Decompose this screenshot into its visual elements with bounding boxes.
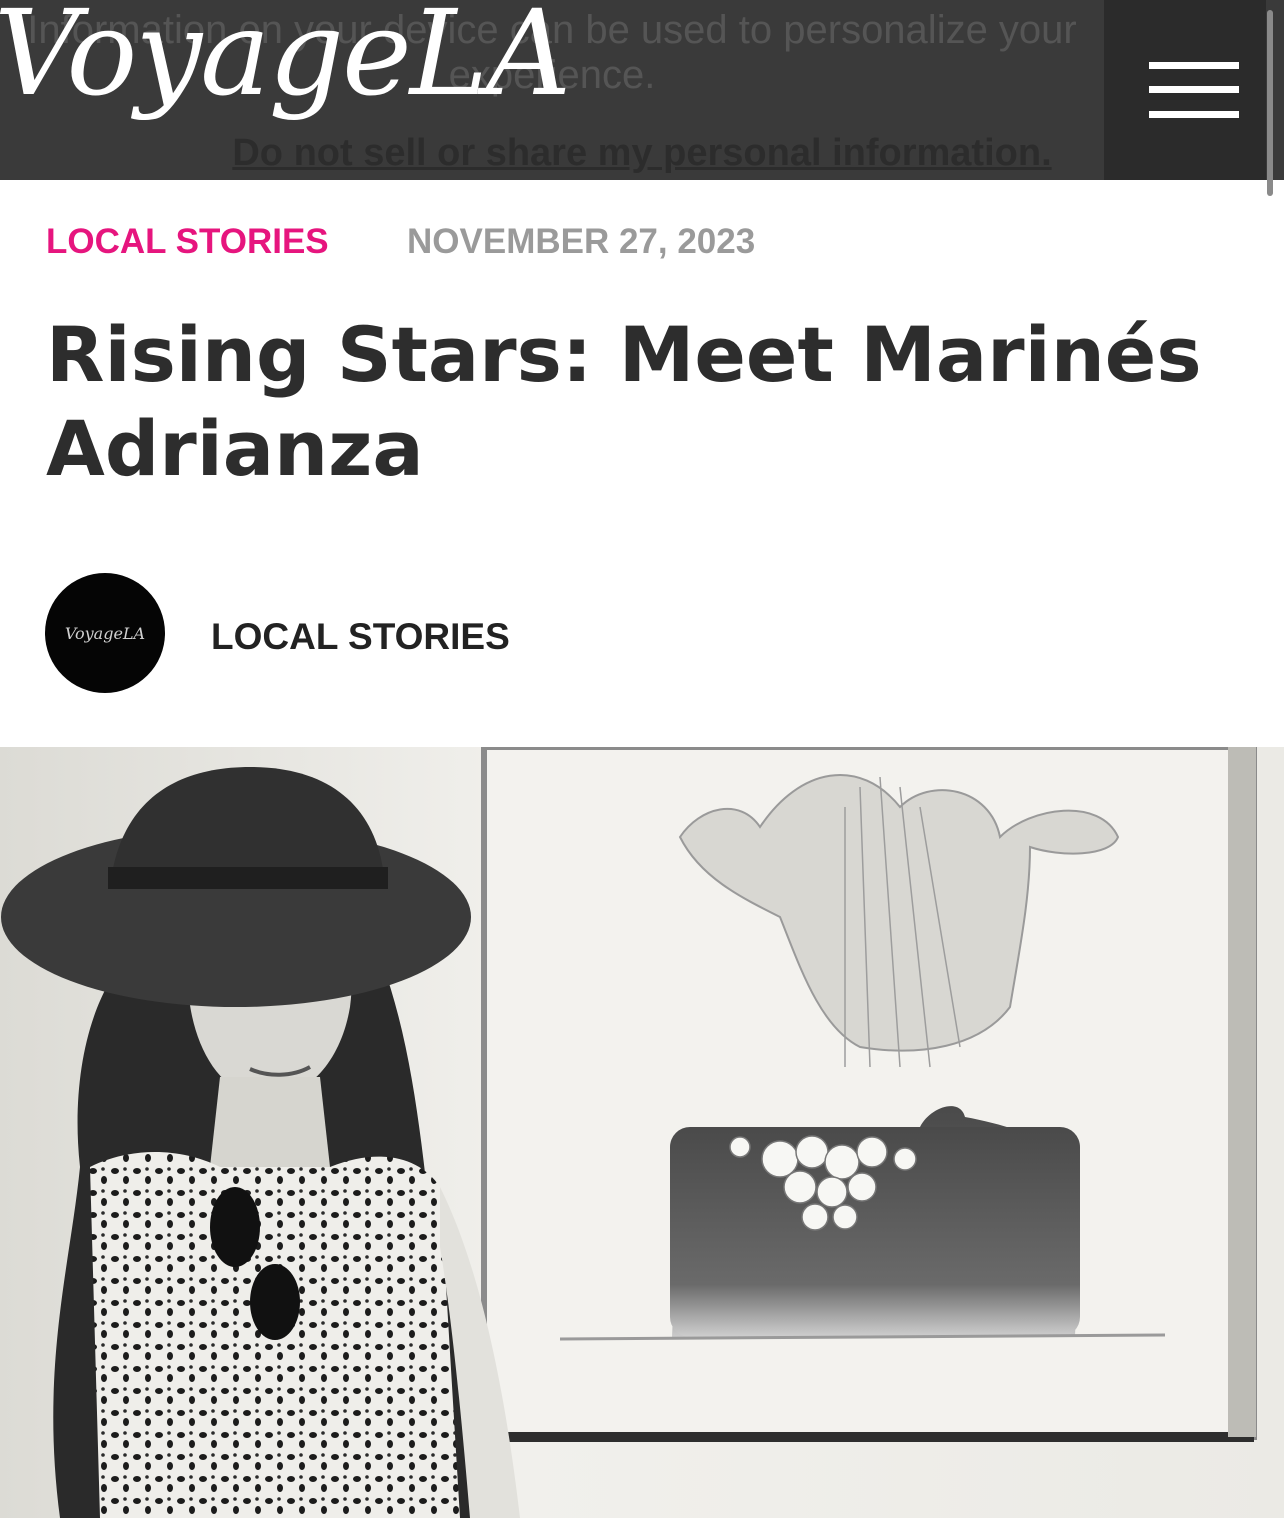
site-header: Information on your device can be used t… [0,0,1284,180]
category-link[interactable]: LOCAL STORIES [46,222,329,262]
avatar-logo-text: VoyageLA [64,623,146,643]
page-scrollbar[interactable] [1267,10,1273,196]
author-avatar[interactable]: VoyageLA [45,573,165,693]
featured-image [0,747,1284,1518]
site-logo[interactable]: VoyageLA [0,0,571,118]
menu-button[interactable] [1104,0,1266,180]
article-title: Rising Stars: Meet Marinés Adrianza [46,310,1202,493]
author-link[interactable]: LOCAL STORIES [211,616,510,658]
do-not-sell-link[interactable]: Do not sell or share my personal informa… [0,132,1284,175]
publish-date: NOVEMBER 27, 2023 [407,222,756,261]
